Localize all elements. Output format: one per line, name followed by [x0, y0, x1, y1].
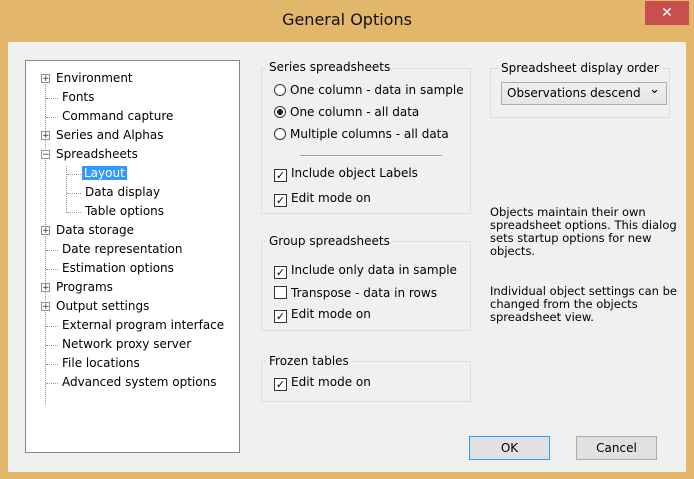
tree-connector	[46, 117, 58, 118]
tree-line	[45, 77, 46, 405]
tree-connector	[46, 326, 58, 327]
radio-multiple-columns[interactable]: Multiple columns - all data	[274, 126, 449, 142]
checkmark-icon: ✓	[274, 169, 287, 182]
tree-item-programs[interactable]: Programs	[56, 279, 113, 295]
group-spreadsheets-title: Group spreadsheets	[266, 234, 393, 248]
expand-icon[interactable]: +	[41, 283, 50, 293]
checkmark-icon: ✓	[274, 266, 287, 279]
radio-one-column-all[interactable]: One column - all data	[274, 104, 419, 120]
collapse-icon[interactable]: −	[41, 150, 50, 160]
tree-item-data-storage[interactable]: Data storage	[56, 222, 134, 238]
options-tree[interactable]: + Environment Fonts Command capture + Se…	[25, 60, 240, 453]
chevron-down-icon: ⌄	[649, 82, 660, 97]
tree-item-layout-label: Layout	[82, 166, 127, 180]
expand-icon[interactable]: +	[41, 131, 50, 141]
checkbox-transpose[interactable]: Transpose - data in rows	[274, 285, 437, 301]
tree-item-external-program-interface[interactable]: External program interface	[62, 317, 224, 333]
tree-item-layout[interactable]: Layout	[82, 165, 127, 181]
tree-item-environment[interactable]: Environment	[56, 70, 133, 86]
expand-icon[interactable]: +	[41, 74, 50, 84]
ok-button[interactable]: OK	[469, 436, 550, 460]
dialog-title: General Options	[282, 10, 412, 29]
close-button[interactable]: ✕	[645, 1, 689, 25]
tree-item-output-settings[interactable]: Output settings	[56, 298, 149, 314]
tree-connector	[67, 174, 81, 175]
radio-selected-icon	[274, 106, 286, 118]
checkbox-frozen-edit-mode[interactable]: ✓ Edit mode on	[274, 374, 371, 391]
info-text-2: Individual object settings can be change…	[490, 284, 677, 324]
frozen-tables-title: Frozen tables	[266, 354, 352, 368]
checkmark-icon: ✓	[274, 194, 287, 207]
display-order-value: Observations descend	[507, 86, 641, 100]
checkbox-series-edit-mode[interactable]: ✓ Edit mode on	[274, 190, 371, 207]
tree-item-table-options[interactable]: Table options	[85, 203, 164, 219]
tree-connector	[46, 250, 58, 251]
checkbox-empty-icon	[274, 286, 287, 299]
radio-icon	[274, 128, 286, 140]
tree-item-file-locations[interactable]: File locations	[62, 355, 140, 371]
tree-item-network-proxy-server[interactable]: Network proxy server	[62, 336, 191, 352]
tree-item-date-representation[interactable]: Date representation	[62, 241, 183, 257]
tree-connector	[46, 364, 58, 365]
title-bar[interactable]: General Options ✕	[0, 0, 694, 42]
radio-one-column-sample[interactable]: One column - data in sample	[274, 82, 464, 98]
tree-item-spreadsheets[interactable]: Spreadsheets	[56, 146, 138, 162]
checkbox-include-object-labels[interactable]: ✓ Include object Labels	[274, 165, 418, 182]
separator	[300, 155, 442, 157]
tree-connector	[46, 383, 58, 384]
tree-item-estimation-options[interactable]: Estimation options	[62, 260, 174, 276]
tree-connector	[67, 193, 81, 194]
checkmark-icon: ✓	[274, 310, 287, 323]
radio-icon	[274, 84, 286, 96]
display-order-title: Spreadsheet display order	[498, 61, 662, 75]
close-icon: ✕	[661, 5, 673, 21]
tree-connector	[46, 98, 58, 99]
tree-connector	[46, 345, 58, 346]
checkbox-group-edit-mode[interactable]: ✓ Edit mode on	[274, 306, 371, 323]
series-spreadsheets-title: Series spreadsheets	[266, 60, 394, 74]
display-order-select[interactable]: Observations descend ⌄	[501, 82, 667, 105]
tree-item-data-display[interactable]: Data display	[85, 184, 160, 200]
tree-connector	[67, 212, 81, 213]
info-text-1: Objects maintain their own spreadsheet o…	[490, 205, 677, 258]
tree-item-series-and-alphas[interactable]: Series and Alphas	[56, 127, 163, 143]
tree-connector	[46, 269, 58, 270]
checkbox-include-only-data-in-sample[interactable]: ✓ Include only data in sample	[274, 262, 457, 279]
tree-item-fonts[interactable]: Fonts	[62, 89, 94, 105]
checkmark-icon: ✓	[274, 378, 287, 391]
tree-item-advanced-system-options[interactable]: Advanced system options	[62, 374, 216, 390]
expand-icon[interactable]: +	[41, 302, 50, 312]
tree-item-command-capture[interactable]: Command capture	[62, 108, 173, 124]
cancel-button[interactable]: Cancel	[576, 436, 657, 460]
expand-icon[interactable]: +	[41, 226, 50, 236]
